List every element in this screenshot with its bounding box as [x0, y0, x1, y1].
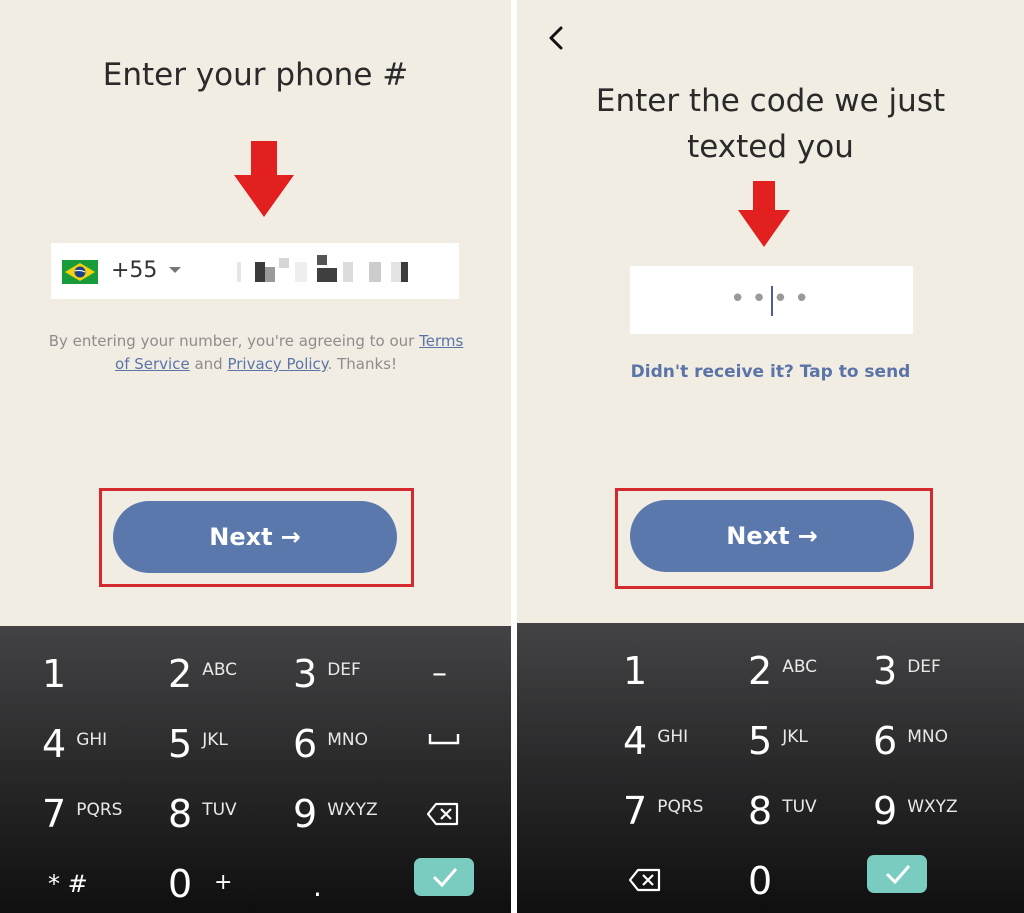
- key-7[interactable]: 7 PQRS: [623, 791, 703, 831]
- masked-digit: [401, 262, 408, 282]
- key-9[interactable]: 9 WXYZ: [293, 794, 378, 834]
- arrow-right-icon: →: [797, 522, 818, 550]
- masked-digit: [279, 258, 289, 268]
- key-0[interactable]: 0: [748, 861, 772, 901]
- next-label: Next: [209, 523, 273, 551]
- red-arrow-down-icon: [738, 181, 790, 247]
- next-label: Next: [726, 522, 790, 550]
- verification-code-input[interactable]: ••••: [630, 266, 913, 334]
- key-8[interactable]: 8 TUV: [168, 794, 237, 834]
- next-button[interactable]: Next →: [630, 500, 914, 572]
- masked-digit: [391, 262, 401, 282]
- terms-text: By entering your number, you're agreeing…: [48, 332, 420, 350]
- backspace-icon[interactable]: [427, 802, 459, 826]
- masked-digit: [343, 262, 353, 282]
- key-dash[interactable]: –: [432, 656, 447, 691]
- masked-digit: [265, 267, 275, 282]
- key-1[interactable]: 1: [623, 651, 647, 691]
- masked-digit: [255, 262, 265, 282]
- phone-number-field[interactable]: +55: [51, 243, 459, 299]
- key-6[interactable]: 6 MNO: [293, 724, 368, 764]
- checkmark-icon: [432, 868, 458, 888]
- key-4[interactable]: 4 GHI: [42, 724, 107, 764]
- key-plus[interactable]: +: [214, 870, 232, 895]
- privacy-policy-link[interactable]: Privacy Policy: [227, 355, 327, 373]
- numeric-keypad: 1 2 ABC 3 DEF – 4 GHI 5 JKL 6 MNO 7 PQRS 8 TUV …: [0, 626, 511, 913]
- key-star-hash[interactable]: * #: [48, 870, 88, 898]
- backspace-icon[interactable]: [629, 868, 661, 892]
- terms-text: . Thanks!: [327, 355, 397, 373]
- key-7[interactable]: 7 PQRS: [42, 794, 122, 834]
- key-2[interactable]: 2 ABC: [748, 651, 817, 691]
- checkmark-icon: [885, 865, 911, 885]
- key-9[interactable]: 9 WXYZ: [873, 791, 958, 831]
- confirm-key[interactable]: [867, 855, 927, 893]
- country-code[interactable]: +55: [111, 256, 157, 286]
- confirm-key[interactable]: [414, 858, 474, 896]
- resend-code-link[interactable]: Didn't receive it? Tap to send: [517, 362, 1024, 382]
- back-arrow-icon[interactable]: [539, 20, 575, 56]
- key-4[interactable]: 4 GHI: [623, 721, 688, 761]
- key-8[interactable]: 8 TUV: [748, 791, 817, 831]
- key-0[interactable]: 0: [168, 864, 192, 904]
- verification-code-screen: Enter the code we just texted you •••• D…: [517, 0, 1024, 913]
- next-button[interactable]: Next →: [113, 501, 397, 573]
- arrow-right-icon: →: [280, 523, 301, 551]
- text-cursor: [771, 286, 773, 316]
- page-title: Enter your phone #: [102, 57, 409, 93]
- key-3[interactable]: 3 DEF: [293, 654, 361, 694]
- key-5[interactable]: 5 JKL: [748, 721, 808, 761]
- key-1[interactable]: 1: [42, 654, 66, 694]
- key-5[interactable]: 5 JKL: [168, 724, 228, 764]
- red-arrow-down-icon: [234, 141, 294, 217]
- key-3[interactable]: 3 DEF: [873, 651, 941, 691]
- key-6[interactable]: 6 MNO: [873, 721, 948, 761]
- masked-digit: [369, 262, 381, 282]
- terms-notice: By entering your number, you're agreeing…: [46, 330, 466, 376]
- key-dot[interactable]: .: [313, 870, 322, 903]
- masked-digit: [237, 262, 241, 282]
- page-title-line1: Enter the code we just: [595, 83, 946, 119]
- masked-digit: [295, 262, 307, 282]
- masked-digit: [317, 268, 337, 282]
- phone-entry-screen: Enter your phone # +55 By entering your: [0, 0, 511, 913]
- chevron-down-icon[interactable]: [169, 267, 181, 273]
- masked-digit: [317, 255, 327, 265]
- key-2[interactable]: 2 ABC: [168, 654, 237, 694]
- brazil-flag-icon[interactable]: [62, 260, 98, 284]
- terms-text: and: [189, 355, 228, 373]
- numeric-keypad: 1 2 ABC 3 DEF 4 GHI 5 JKL 6 MNO 7 PQRS 8 TUV 9W…: [517, 623, 1024, 913]
- page-title-line2: texted you: [687, 129, 854, 165]
- space-key-icon[interactable]: [428, 732, 460, 746]
